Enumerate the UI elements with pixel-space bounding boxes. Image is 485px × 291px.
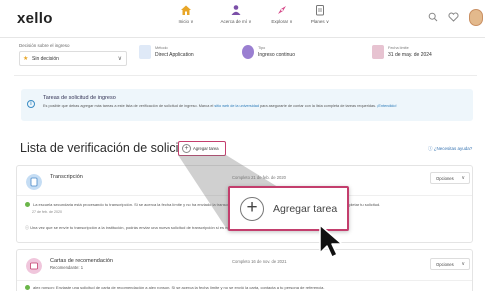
decision-select[interactable]: ★ Sin decisión ∨: [19, 51, 127, 66]
app-window: xello Inicio ∨ Acerca de mí ∨ Explorar ∨…: [0, 0, 485, 291]
transcript-icon: [26, 174, 42, 190]
avatar[interactable]: [469, 9, 483, 26]
task-status: Completo 21 de feb. de 2020: [232, 175, 287, 180]
banner-title: Tareas de solicitud de ingreso: [43, 95, 116, 101]
task-card-recommendation: Cartas de recomendación Recomendante: 1 …: [16, 249, 473, 291]
message-date: 27 de feb. de 2020: [32, 210, 62, 214]
status-dot: [25, 202, 30, 207]
task-subtitle: Recomendante: 1: [50, 265, 84, 270]
chevron-down-icon: ∨: [117, 56, 122, 62]
task-title: Transcripción: [50, 174, 83, 180]
university-website-link[interactable]: sitio web de la universidad: [214, 104, 259, 108]
help-link[interactable]: ⓘ ¿Necesitas ayuda?: [428, 146, 472, 152]
compass-icon: [278, 6, 286, 14]
clipboard-icon: [316, 5, 324, 16]
page-title: Lista de verificación de solicitud: [20, 141, 196, 155]
nav-home[interactable]: Inicio ∨: [166, 4, 206, 25]
decision-value: Sin decisión: [32, 56, 59, 62]
add-task-button[interactable]: + Agregar tarea: [178, 141, 226, 156]
star-icon: ★: [23, 56, 29, 62]
calendar-icon: [372, 45, 384, 59]
divider: [17, 280, 472, 281]
recommendation-icon: [26, 258, 42, 274]
got-it-link[interactable]: ¡Entendido!: [377, 104, 396, 108]
options-dropdown[interactable]: Opciones ∨: [430, 258, 470, 270]
cursor-arrow-icon: [319, 224, 343, 258]
chevron-down-icon: ∨: [461, 175, 465, 181]
home-icon: [181, 5, 191, 15]
banner-description: Es posible que debas agregar más tareas …: [43, 104, 397, 108]
chevron-down-icon: ∨: [461, 261, 465, 267]
options-dropdown[interactable]: Opciones ∨: [430, 172, 470, 184]
task-message: alex ronson: Enviaste una solicitud de c…: [25, 285, 325, 290]
person-icon: [231, 5, 241, 15]
decision-label: Decisión sobre el ingreso: [19, 43, 70, 48]
task-note: ⓘ Una vez que se envíe tu transcripción …: [25, 225, 244, 230]
document-icon: [139, 45, 151, 59]
info-banner: i Tareas de solicitud de ingreso Es posi…: [21, 89, 473, 121]
decision-row: Decisión sobre el ingreso ★ Sin decisión…: [14, 42, 477, 76]
nav-explore[interactable]: Explorar ∨: [262, 4, 302, 25]
heart-icon[interactable]: [448, 12, 459, 22]
xello-logo[interactable]: xello: [17, 10, 53, 27]
info-icon: i: [27, 100, 35, 108]
plus-icon: +: [240, 197, 264, 221]
nav-plans[interactable]: Planes ∨: [300, 4, 340, 25]
zoom-label: Agregar tarea: [273, 203, 338, 215]
nav-about-me[interactable]: Acerca de mí ∨: [216, 4, 256, 25]
search-icon[interactable]: [428, 12, 438, 22]
check-circle-icon: [242, 45, 254, 59]
top-nav: xello Inicio ∨ Acerca de mí ∨ Explorar ∨…: [0, 0, 485, 38]
task-title: Cartas de recomendación: [50, 258, 113, 264]
status-dot: [25, 285, 30, 290]
plus-icon: +: [182, 144, 191, 153]
task-status: Completo 16 de nov. de 2021: [232, 259, 287, 264]
